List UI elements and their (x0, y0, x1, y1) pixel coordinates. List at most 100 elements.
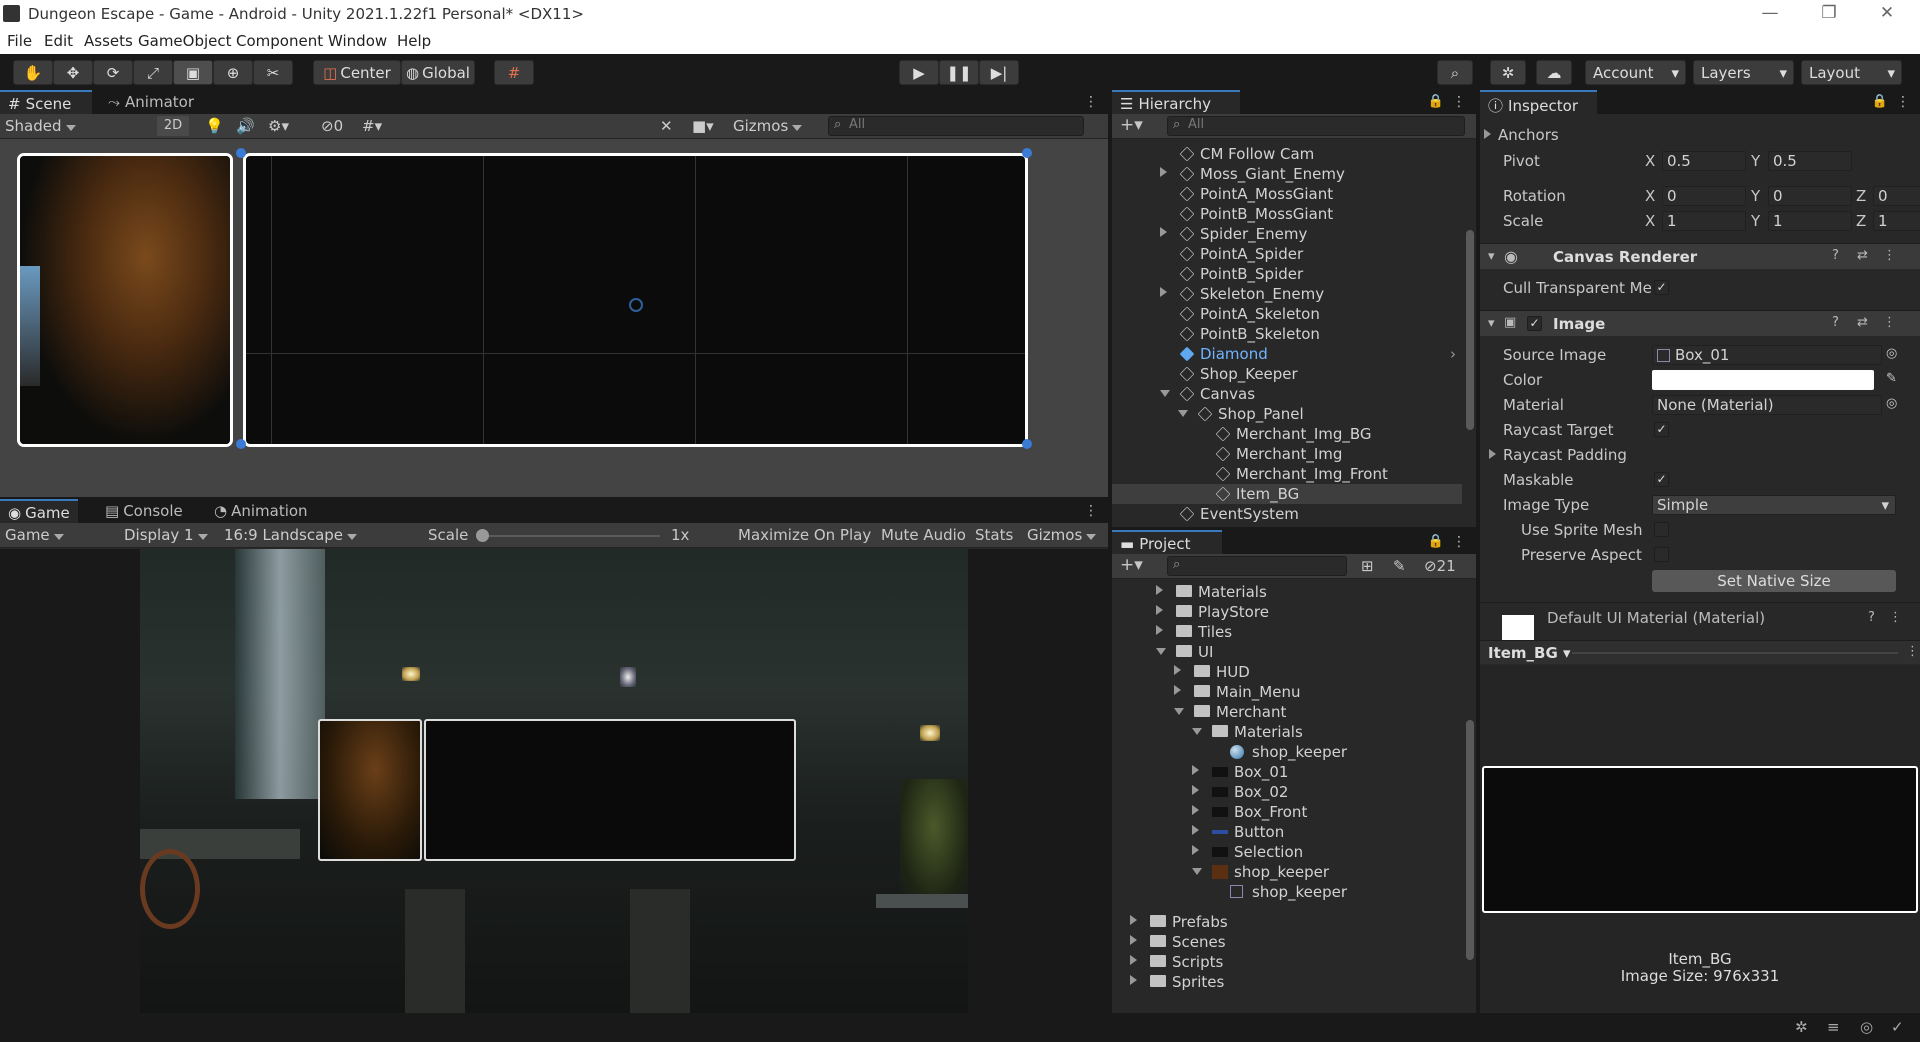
hierarchy-menu-icon[interactable]: ⋮ (1452, 94, 1466, 110)
inspector-menu-icon[interactable]: ⋮ (1896, 94, 1910, 110)
lock-icon[interactable]: 🔒 (1428, 534, 1444, 549)
hierarchy-item[interactable]: Skeleton_Enemy (1112, 284, 1462, 304)
hierarchy-item[interactable]: PointB_MossGiant (1112, 204, 1462, 224)
tab-inspector[interactable]: ⓘ Inspector (1480, 90, 1597, 115)
foldout-arrow-icon[interactable] (1156, 605, 1168, 615)
hierarchy-item[interactable]: PointA_MossGiant (1112, 184, 1462, 204)
hierarchy-search-input[interactable]: All (1167, 116, 1465, 136)
project-item[interactable]: Main_Menu (1112, 682, 1462, 702)
menu-help[interactable]: Help (397, 32, 431, 50)
project-item[interactable]: shop_keeper (1112, 742, 1462, 762)
aspect-dropdown[interactable]: 16:9 Landscape (224, 526, 358, 544)
hierarchy-item[interactable]: Merchant_Img_BG (1112, 424, 1462, 444)
hierarchy-item[interactable]: PointB_Skeleton (1112, 324, 1462, 344)
foldout-arrow-icon[interactable] (1192, 805, 1204, 815)
project-item[interactable]: Box_02 (1112, 782, 1462, 802)
hidden-objects-icon[interactable]: ⊘0 (321, 117, 343, 135)
project-item[interactable]: Merchant (1112, 702, 1462, 722)
project-item[interactable]: UI (1112, 642, 1462, 662)
project-item[interactable]: Prefabs (1112, 912, 1462, 932)
menu-assets[interactable]: Assets (84, 32, 133, 50)
create-icon[interactable]: +▾ (1120, 555, 1143, 575)
rotation-z-field[interactable]: 0 (1873, 186, 1920, 206)
hidden-packages-icon[interactable]: ⊘21 (1424, 557, 1456, 575)
component-menu-icon[interactable]: ⋮ (1889, 610, 1902, 625)
foldout-arrow-icon[interactable] (1192, 845, 1204, 855)
rect-handle[interactable] (1022, 439, 1032, 449)
project-item[interactable]: shop_keeper (1112, 862, 1462, 882)
project-item[interactable]: Box_Front (1112, 802, 1462, 822)
hierarchy-scrollbar[interactable] (1466, 230, 1474, 430)
help-icon[interactable]: ? (1832, 315, 1839, 330)
use-sprite-mesh-checkbox[interactable] (1654, 522, 1669, 537)
grid-icon[interactable]: #▾ (362, 117, 382, 135)
component-menu-icon[interactable]: ⋮ (1883, 248, 1896, 263)
display-dropdown[interactable]: Display 1 (124, 526, 208, 544)
project-item[interactable]: Sprites (1112, 972, 1462, 992)
project-item[interactable]: shop_keeper (1112, 882, 1462, 902)
image-type-dropdown[interactable]: Simple ▾ (1652, 495, 1896, 515)
pause-icon[interactable]: ❚❚ (939, 60, 979, 85)
tab-hierarchy[interactable]: ☰ Hierarchy (1112, 90, 1240, 114)
hierarchy-item[interactable]: Merchant_Img (1112, 444, 1462, 464)
set-native-size-button[interactable]: Set Native Size (1652, 570, 1896, 592)
hierarchy-item[interactable]: Item_BG (1112, 484, 1462, 504)
hierarchy-item[interactable]: PointA_Spider (1112, 244, 1462, 264)
scale-slider-thumb[interactable] (476, 529, 489, 542)
anchors-foldout[interactable]: Anchors (1484, 126, 1559, 144)
prefab-open-icon[interactable]: › (1450, 345, 1456, 363)
component-menu-icon[interactable]: ⋮ (1883, 315, 1896, 330)
scene-viewport[interactable] (0, 139, 1108, 497)
cull-transparent-checkbox[interactable]: ✓ (1654, 280, 1669, 295)
pivot-center-button[interactable]: ◫ Center (313, 60, 401, 85)
camera-icon[interactable]: ■▾ (692, 117, 714, 135)
foldout-arrow-icon[interactable] (1192, 825, 1204, 835)
project-search-input[interactable] (1167, 556, 1347, 576)
scale-x-field[interactable]: 1 (1662, 211, 1746, 231)
scene-gizmos-dropdown[interactable]: Gizmos (733, 117, 803, 135)
hierarchy-item[interactable]: CM Follow Cam (1112, 144, 1462, 164)
tab-game[interactable]: ◉ Game (0, 499, 78, 523)
foldout-arrow-icon[interactable] (1192, 785, 1204, 795)
grid-snap-icon[interactable]: # (494, 60, 534, 85)
rect-handle[interactable] (1022, 148, 1032, 158)
tab-console[interactable]: ▤ Console (97, 499, 191, 523)
preserve-aspect-checkbox[interactable] (1654, 547, 1669, 562)
audio-icon[interactable]: 🔊 (236, 117, 255, 135)
hierarchy-item[interactable]: Spider_Enemy (1112, 224, 1462, 244)
project-item[interactable]: Tiles (1112, 622, 1462, 642)
hierarchy-item[interactable]: EventSystem (1112, 504, 1462, 524)
scale-y-field[interactable]: 1 (1768, 211, 1852, 231)
preset-icon[interactable]: ⇄ (1857, 248, 1868, 263)
search-icon[interactable]: ⌕ (1437, 60, 1473, 85)
game-view-dropdown[interactable]: Game (5, 526, 64, 544)
play-icon[interactable]: ▶ (899, 60, 939, 85)
hand-tool-icon[interactable]: ✋ (13, 60, 53, 85)
check-icon[interactable]: ✓ (1891, 1018, 1904, 1036)
project-item[interactable]: Materials (1112, 722, 1462, 742)
hierarchy-item[interactable]: Shop_Keeper (1112, 364, 1462, 384)
foldout-arrow-icon[interactable] (1160, 227, 1172, 237)
hierarchy-item[interactable]: Merchant_Img_Front (1112, 464, 1462, 484)
preset-icon[interactable]: ⇄ (1857, 315, 1868, 330)
scale-z-field[interactable]: 1 (1873, 211, 1920, 231)
foldout-arrow-icon[interactable] (1178, 410, 1188, 422)
menu-gameobject[interactable]: GameObject (138, 32, 232, 50)
hierarchy-item[interactable]: PointA_Skeleton (1112, 304, 1462, 324)
foldout-arrow-icon[interactable] (1130, 955, 1142, 965)
foldout-arrow-icon[interactable] (1192, 728, 1202, 740)
foldout-arrow-icon[interactable] (1156, 585, 1168, 595)
menu-file[interactable]: File (7, 32, 32, 50)
rotation-y-field[interactable]: 0 (1768, 186, 1852, 206)
game-viewport[interactable] (0, 549, 1108, 1013)
menu-component[interactable]: Component (236, 32, 323, 50)
rotation-x-field[interactable]: 0 (1662, 186, 1746, 206)
2d-toggle[interactable]: 2D (157, 116, 189, 136)
project-item[interactable]: PlayStore (1112, 602, 1462, 622)
object-picker-icon[interactable]: ◎ (1886, 396, 1897, 411)
tab-project[interactable]: ▬ Project (1112, 530, 1222, 554)
stats-toggle[interactable]: Stats (975, 526, 1013, 544)
object-picker-icon[interactable]: ◎ (1886, 346, 1897, 361)
tab-scene[interactable]: # Scene (0, 90, 92, 114)
foldout-arrow-icon[interactable] (1192, 868, 1202, 880)
